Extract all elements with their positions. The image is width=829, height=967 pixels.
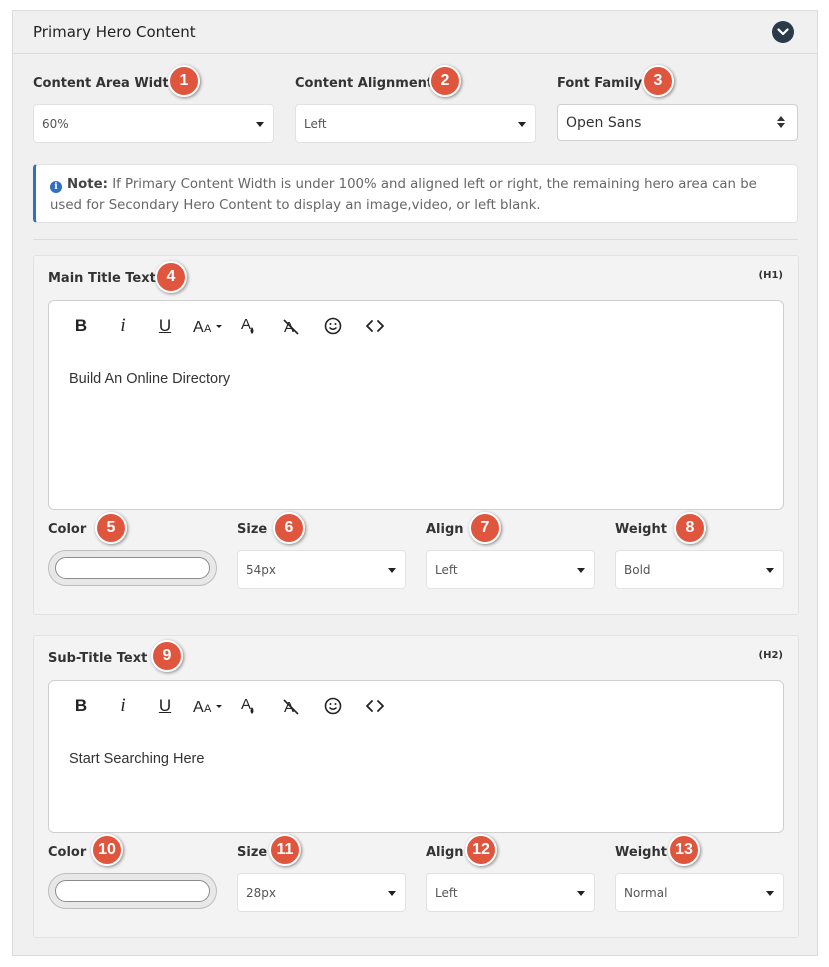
heading-tag: (H1) [758,270,783,281]
select-value: Bold [624,562,651,577]
callout-badge: 10 [91,834,123,866]
size-label: Size [237,845,268,860]
caret-down-icon [518,122,526,127]
font-size-icon[interactable]: AA [193,695,227,717]
callout-badge: 9 [151,640,183,672]
clear-format-icon[interactable]: A [279,695,303,717]
weight-label: Weight [615,522,667,537]
info-note: i Note: If Primary Content Width is under… [33,164,798,223]
code-view-icon[interactable] [363,695,387,717]
select-value: 54px [246,562,276,577]
callout-badge: 2 [429,65,461,97]
font-size-icon[interactable]: AA [193,315,227,337]
underline-icon[interactable]: U [153,315,177,337]
content-area-width-label: Content Area Width [33,76,178,91]
caret-down-icon [388,568,396,573]
heading-tag: (H2) [758,650,783,661]
align-label: Align [426,522,464,537]
svg-text:A: A [204,703,212,715]
emoji-icon[interactable] [321,315,345,337]
color-picker-field[interactable] [48,873,217,909]
svg-text:A: A [193,699,204,715]
weight-select[interactable]: Bold [615,550,784,589]
font-family-label: Font Family [557,76,643,91]
panel-header[interactable]: Primary Hero Content [13,11,817,54]
color-label: Color [48,845,87,860]
align-select[interactable]: Left [426,550,595,589]
editor-content[interactable]: Start Searching Here [69,751,204,767]
collapse-chevron-icon[interactable] [772,21,794,43]
color-input[interactable] [55,880,210,902]
main-title-label: Main Title Text [48,271,156,286]
color-picker-field[interactable] [48,550,217,586]
svg-text:A: A [241,316,251,333]
bold-icon[interactable]: B [69,315,93,337]
content-area-width-select[interactable]: 60% [33,104,274,143]
main-title-editor[interactable]: B i U AA A A Build An Online Directory [48,300,784,510]
weight-select[interactable]: Normal [615,873,784,912]
callout-badge: 8 [674,512,706,544]
select-value: Left [435,562,458,577]
emoji-icon[interactable] [321,695,345,717]
info-icon: i [50,181,62,193]
caret-down-icon [766,891,774,896]
content-alignment-select[interactable]: Left [295,104,536,143]
size-select[interactable]: 28px [237,873,406,912]
select-value: Open Sans [566,114,642,131]
font-family-select[interactable]: Open Sans [557,104,798,141]
callout-badge: 7 [469,512,501,544]
sub-title-label: Sub-Title Text [48,651,148,666]
svg-text:A: A [193,319,204,335]
sub-title-card: Sub-Title Text 9 (H2) B i U AA A A Start… [33,635,799,938]
editor-content[interactable]: Build An Online Directory [69,371,230,387]
align-label: Align [426,845,464,860]
callout-badge: 3 [642,65,674,97]
sub-title-editor[interactable]: B i U AA A A Start Searching Here [48,680,784,833]
main-title-card: Main Title Text 4 (H1) B i U AA A A Buil… [33,255,799,615]
select-value: Normal [624,885,668,900]
callout-badge: 11 [269,834,301,866]
primary-hero-panel: Primary Hero Content Content Area Width … [12,10,818,956]
select-value: 60% [42,116,69,131]
caret-down-icon [256,122,264,127]
italic-icon[interactable]: i [111,315,135,337]
text-color-icon[interactable]: A [237,695,261,717]
italic-icon[interactable]: i [111,695,135,717]
svg-text:A: A [204,323,212,335]
callout-badge: 6 [273,512,305,544]
caret-down-icon [577,568,585,573]
code-view-icon[interactable] [363,315,387,337]
caret-down-icon [577,891,585,896]
clear-format-icon[interactable]: A [279,315,303,337]
text-color-icon[interactable]: A [237,315,261,337]
note-text: If Primary Content Width is under 100% a… [50,177,757,213]
callout-badge: 12 [465,834,497,866]
color-label: Color [48,522,87,537]
sort-updown-icon [777,116,785,128]
select-value: Left [304,116,327,131]
divider [33,239,798,240]
callout-badge: 1 [168,65,200,97]
svg-text:A: A [241,696,251,713]
note-label: Note: [67,177,108,192]
size-select[interactable]: 54px [237,550,406,589]
content-alignment-label: Content Alignment [295,76,434,91]
underline-icon[interactable]: U [153,695,177,717]
callout-badge: 5 [95,512,127,544]
caret-down-icon [388,891,396,896]
panel-title: Primary Hero Content [33,23,196,41]
weight-label: Weight [615,845,667,860]
callout-badge: 13 [668,834,700,866]
color-input[interactable] [55,557,210,579]
caret-down-icon [766,568,774,573]
callout-badge: 4 [155,261,187,293]
size-label: Size [237,522,268,537]
align-select[interactable]: Left [426,873,595,912]
select-value: Left [435,885,458,900]
bold-icon[interactable]: B [69,695,93,717]
select-value: 28px [246,885,276,900]
